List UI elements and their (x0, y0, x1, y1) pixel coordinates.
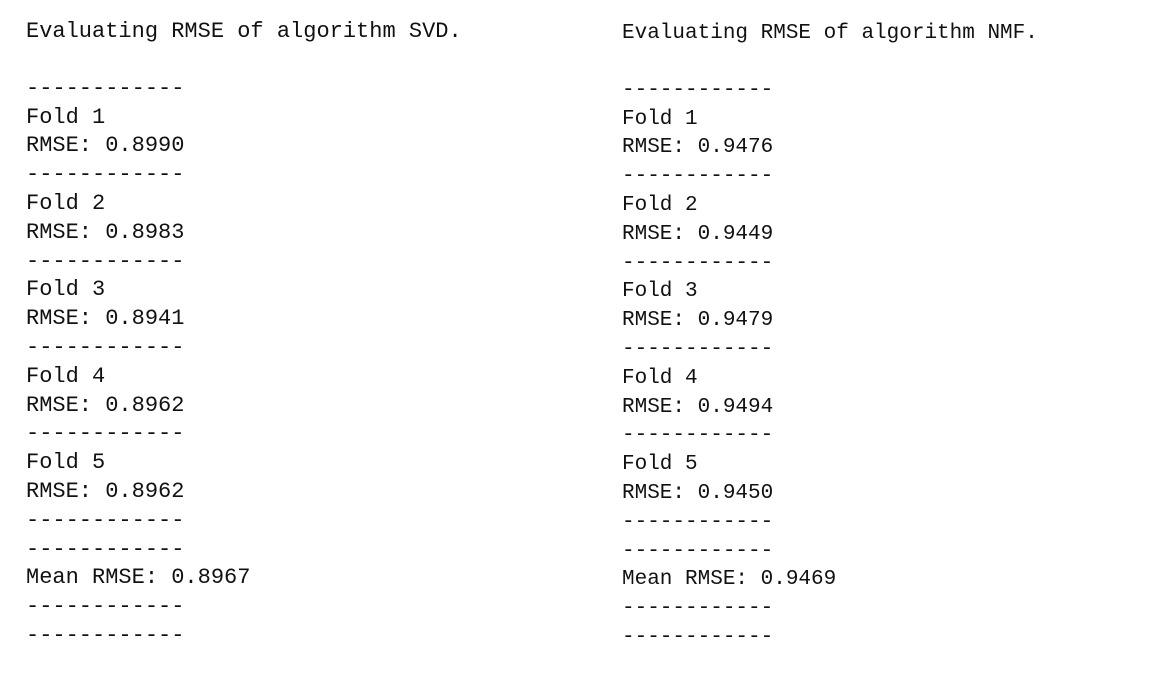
fold-label: Fold 3 (26, 277, 106, 303)
fold-rmse: RMSE: 0.8941 (26, 306, 185, 332)
fold-label: Fold 2 (622, 193, 698, 217)
fold-rmse: RMSE: 0.8962 (26, 392, 185, 418)
fold-rmse: RMSE: 0.8983 (26, 219, 185, 245)
fold-rmse: RMSE: 0.8962 (26, 478, 185, 504)
fold-label: Fold 3 (622, 280, 698, 304)
separator: ------------ (622, 539, 774, 563)
fold-rmse: RMSE: 0.9494 (622, 395, 774, 419)
nmf-output-panel: Evaluating RMSE of algorithm NMF. ------… (622, 0, 1038, 653)
separator: ------------ (26, 162, 185, 188)
fold-rmse: RMSE: 0.9476 (622, 136, 774, 160)
separator: ------------ (26, 334, 185, 360)
separator: ------------ (622, 625, 774, 649)
separator: ------------ (622, 251, 774, 275)
separator: ------------ (26, 536, 185, 562)
fold-label: Fold 1 (26, 104, 106, 130)
fold-rmse: RMSE: 0.9450 (622, 481, 774, 505)
separator: ------------ (622, 78, 774, 102)
fold-label: Fold 2 (26, 190, 106, 216)
separator: ------------ (26, 507, 185, 533)
mean-rmse: Mean RMSE: 0.8967 (26, 565, 251, 591)
separator: ------------ (26, 421, 185, 447)
fold-rmse: RMSE: 0.8990 (26, 133, 185, 159)
fold-label: Fold 5 (622, 453, 698, 477)
mean-rmse: Mean RMSE: 0.9469 (622, 568, 837, 592)
separator: ------------ (26, 622, 185, 648)
svd-output-panel: Evaluating RMSE of algorithm SVD. ------… (26, 0, 462, 651)
separator: ------------ (622, 165, 774, 189)
fold-label: Fold 4 (622, 366, 698, 390)
separator: ------------ (26, 75, 185, 101)
fold-rmse: RMSE: 0.9449 (622, 222, 774, 246)
separator: ------------ (622, 424, 774, 448)
nmf-header: Evaluating RMSE of algorithm NMF. (622, 22, 1038, 45)
separator: ------------ (622, 597, 774, 621)
fold-rmse: RMSE: 0.9479 (622, 309, 774, 333)
separator: ------------ (26, 594, 185, 620)
fold-label: Fold 4 (26, 363, 106, 389)
svd-header: Evaluating RMSE of algorithm SVD. (26, 19, 462, 44)
separator: ------------ (26, 248, 185, 274)
separator: ------------ (622, 510, 774, 534)
separator: ------------ (622, 337, 774, 361)
fold-label: Fold 5 (26, 450, 106, 476)
fold-label: Fold 1 (622, 107, 698, 131)
